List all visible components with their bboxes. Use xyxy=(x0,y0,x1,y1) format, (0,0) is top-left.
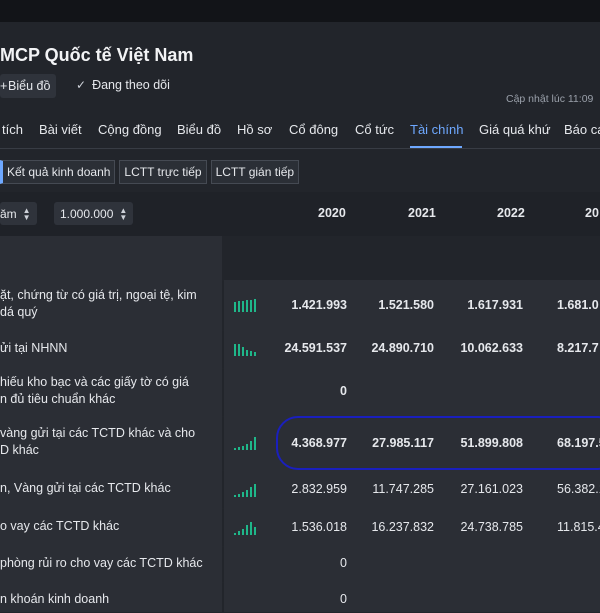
table-row[interactable]: ửi tại NHNN 24.591.537 24.890.710 10.062… xyxy=(0,330,600,369)
tab-reports[interactable]: Báo cá xyxy=(564,122,600,137)
subtab-cashflow-direct[interactable]: LCTT trực tiếp xyxy=(119,160,207,184)
follow-button[interactable]: ✓ Đang theo dõi xyxy=(76,78,170,92)
tab-price-history[interactable]: Giá quá khứ xyxy=(479,122,551,137)
row-value: 4.368.977 xyxy=(291,436,347,450)
row-value: 68.197.5 xyxy=(557,436,600,450)
row-value: 56.382.1 xyxy=(557,482,600,496)
row-value: 11.815.4 xyxy=(557,520,600,534)
row-value: 51.899.808 xyxy=(460,436,523,450)
table-row[interactable]: n, Vàng gửi tại các TCTD khác 2.832.959 … xyxy=(0,470,600,509)
tab-divider xyxy=(0,148,600,149)
row-label: n, Vàng gửi tại các TCTD khác xyxy=(0,481,171,495)
row-label: phòng rủi ro cho vay các TCTD khác xyxy=(0,556,203,570)
table-row xyxy=(0,236,600,281)
table-row[interactable]: o vay các TCTD khác 1.536.018 16.237.832… xyxy=(0,508,600,547)
row-value: 27.161.023 xyxy=(460,482,523,496)
table-row[interactable]: n khoán kinh doanh 0 xyxy=(0,582,600,613)
row-label: hiếu kho bạc và các giấy tờ có giá n đủ … xyxy=(0,375,189,406)
tab-shareholders[interactable]: Cổ đông xyxy=(289,122,338,137)
top-bar xyxy=(0,0,600,22)
row-value: 1.681.0 xyxy=(557,298,599,312)
follow-label: Đang theo dõi xyxy=(92,78,170,92)
row-value: 24.890.710 xyxy=(371,341,434,355)
tab-community[interactable]: Cộng đồng xyxy=(98,122,162,137)
sort-updown-icon: ▲ ▼ xyxy=(119,205,128,222)
year-header: 2022 xyxy=(497,206,525,220)
row-value: 10.062.633 xyxy=(460,341,523,355)
row-value: 0 xyxy=(340,384,347,398)
row-value: 0 xyxy=(340,592,347,606)
tab-analysis[interactable]: tích xyxy=(2,122,23,137)
tab-posts[interactable]: Bài viết xyxy=(39,122,82,137)
updated-time: Cập nhật lúc 11:09 xyxy=(506,93,594,105)
row-value: 16.237.832 xyxy=(371,520,434,534)
row-value: 1.536.018 xyxy=(291,520,347,534)
table-row[interactable]: hiếu kho bạc và các giấy tờ có giá n đủ … xyxy=(0,368,600,417)
report-subtabs: Kết quả kinh doanh LCTT trực tiếp LCTT g… xyxy=(0,160,303,184)
table-row[interactable]: ặt, chứng từ có giá trị, ngoại tệ, kim d… xyxy=(0,280,600,331)
year-header: 2021 xyxy=(408,206,436,220)
row-label-cell: phòng rủi ro cho vay các TCTD khác xyxy=(0,546,222,582)
row-value: 24.738.785 xyxy=(460,520,523,534)
row-label-cell: n, Vàng gửi tại các TCTD khác xyxy=(0,470,222,508)
tab-chart[interactable]: Biểu đồ xyxy=(177,122,221,137)
table-row[interactable]: phòng rủi ro cho vay các TCTD khác 0 xyxy=(0,546,600,583)
row-label: ặt, chứng từ có giá trị, ngoại tệ, kim d… xyxy=(0,288,197,319)
row-label: ửi tại NHNN xyxy=(0,341,68,355)
row-label-cell: n khoán kinh doanh xyxy=(0,582,222,612)
subtab-cashflow-indirect[interactable]: LCTT gián tiếp xyxy=(210,160,300,184)
plus-icon: + xyxy=(0,79,8,93)
row-label-cell: vàng gửi tại các TCTD khác và cho D khác xyxy=(0,416,222,470)
row-label-cell: ửi tại NHNN xyxy=(0,330,222,368)
year-header: 20 xyxy=(585,206,599,220)
unit-select-value: 1.000.000 xyxy=(60,206,114,221)
check-icon: ✓ xyxy=(76,78,87,92)
row-value: 1.617.931 xyxy=(467,298,523,312)
period-select-value: ăm xyxy=(0,206,17,221)
row-value: 8.217.7 xyxy=(557,341,599,355)
chart-button[interactable]: + Biểu đồ xyxy=(0,74,57,98)
row-value: 11.747.285 xyxy=(372,482,434,496)
row-value: 27.985.117 xyxy=(372,436,434,450)
row-value: 1.521.580 xyxy=(378,298,434,312)
tab-finance[interactable]: Tài chính xyxy=(410,122,463,137)
unit-select[interactable]: 1.000.000 ▲ ▼ xyxy=(54,202,134,225)
row-label-cell xyxy=(0,236,222,280)
financial-table: ặt, chứng từ có giá trị, ngoại tệ, kim d… xyxy=(0,236,600,613)
tab-dividends[interactable]: Cổ tức xyxy=(355,122,394,137)
row-label: o vay các TCTD khác xyxy=(0,519,120,533)
row-label: vàng gửi tại các TCTD khác và cho D khác xyxy=(0,426,196,457)
chart-button-label: Biểu đồ xyxy=(8,79,51,93)
subtab-income[interactable]: Kết quả kinh doanh xyxy=(0,160,116,184)
row-value: 0 xyxy=(340,556,347,570)
row-value: 24.591.537 xyxy=(284,341,347,355)
row-data-cell xyxy=(224,236,600,280)
row-value: 2.832.959 xyxy=(291,482,347,496)
sort-updown-icon: ▲ ▼ xyxy=(22,205,31,222)
company-title: MCP Quốc tế Việt Nam xyxy=(0,45,194,65)
row-label-cell: ặt, chứng từ có giá trị, ngoại tệ, kim d… xyxy=(0,280,222,330)
row-value: 1.421.993 xyxy=(291,298,347,312)
row-label-cell: o vay các TCTD khác xyxy=(0,508,222,546)
row-label-cell: hiếu kho bạc và các giấy tờ có giá n đủ … xyxy=(0,368,222,416)
period-select[interactable]: ăm ▲ ▼ xyxy=(0,202,37,225)
table-row[interactable]: vàng gửi tại các TCTD khác và cho D khác… xyxy=(0,416,600,471)
year-header: 2020 xyxy=(318,206,346,220)
main-tabs: tích Bài viết Cộng đồng Biểu đồ Hồ sơ Cổ… xyxy=(0,118,600,148)
tab-profile[interactable]: Hồ sơ xyxy=(237,122,272,137)
